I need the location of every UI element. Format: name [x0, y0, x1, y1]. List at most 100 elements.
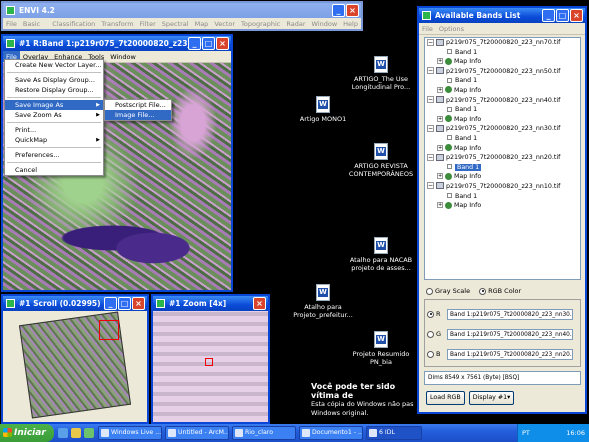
- red-band-field[interactable]: Band 1:p219r075_7t20000820_z23_nn30.tif: [447, 308, 573, 320]
- tree-band-item[interactable]: Band 1: [425, 48, 580, 58]
- menu-item-preferences[interactable]: Preferences...: [5, 150, 103, 160]
- expand-icon[interactable]: +: [437, 115, 443, 122]
- taskbar-item-idl[interactable]: 6 IDL: [366, 426, 422, 440]
- desktop-icon-atalho-projeto[interactable]: Atalho para Projeto_prefeitur...: [283, 284, 363, 319]
- tree-band-item[interactable]: Band 1: [425, 134, 580, 144]
- messenger-icon[interactable]: [84, 428, 94, 438]
- ie-icon[interactable]: [58, 428, 68, 438]
- menu-item-quickmap[interactable]: QuickMap ▶: [5, 135, 103, 145]
- tree-mapinfo-item[interactable]: + Map Info: [425, 144, 580, 154]
- menu-item-image-file[interactable]: Image File...: [105, 110, 171, 120]
- tree-band-item-selected[interactable]: Band 1: [425, 163, 580, 173]
- envi-menu-file[interactable]: File: [3, 18, 20, 29]
- close-icon[interactable]: ×: [570, 9, 583, 22]
- radio-icon[interactable]: [426, 287, 433, 295]
- taskbar-item-windows-live[interactable]: Windows Live ...: [98, 426, 162, 440]
- blue-band-field[interactable]: Band 1:p219r075_7t20000820_z23_nn20.tif: [447, 348, 573, 360]
- desktop-icon-artigo-mono1[interactable]: Artigo MONO1: [283, 96, 363, 123]
- expand-icon[interactable]: +: [437, 202, 443, 209]
- tree-mapinfo-item[interactable]: + Map Info: [425, 172, 580, 182]
- tree-mapinfo-item[interactable]: + Map Info: [425, 86, 580, 96]
- tree-file-item[interactable]: − p219r075_7t20000820_z23_nn10.tif: [425, 182, 580, 192]
- envi-menu-vector[interactable]: Vector: [211, 18, 238, 29]
- taskbar-item-arcmap[interactable]: Untitled - ArcM...: [165, 426, 229, 440]
- menu-item-postscript-file[interactable]: Postscript File...: [105, 100, 171, 110]
- bands-menu-options[interactable]: Options: [436, 23, 467, 34]
- green-band-row[interactable]: G Band 1:p219r075_7t20000820_z23_nn40.ti…: [427, 328, 573, 340]
- display-select-button[interactable]: Display #1▾: [468, 391, 515, 405]
- tree-mapinfo-item[interactable]: + Map Info: [425, 115, 580, 125]
- expand-icon[interactable]: +: [437, 86, 443, 93]
- envi-menu-classification[interactable]: Classification: [49, 18, 98, 29]
- close-icon[interactable]: ×: [216, 37, 229, 50]
- display-titlebar[interactable]: #1 R:Band 1:p219r075_7t20000820_z23_nn3.…: [3, 36, 231, 51]
- close-icon[interactable]: ×: [346, 4, 359, 17]
- envi-menu-transform[interactable]: Transform: [98, 18, 136, 29]
- envi-menu-basic-tools[interactable]: Basic Tools: [20, 18, 49, 29]
- gray-scale-option[interactable]: Gray Scale: [426, 287, 470, 295]
- menu-item-print[interactable]: Print...: [5, 125, 103, 135]
- envi-menu-spectral[interactable]: Spectral: [159, 18, 192, 29]
- menu-item-restore-display-group[interactable]: Restore Display Group...: [5, 85, 103, 95]
- envi-menu-window[interactable]: Window: [309, 18, 341, 29]
- maximize-icon[interactable]: □: [118, 297, 131, 310]
- desktop-icon-artigo-use[interactable]: ARTIGO_The Use Longitudinal Pro...: [341, 56, 421, 91]
- desktop-icon-atalho-nacab[interactable]: Atalho para NACAB projeto de asses...: [341, 237, 421, 272]
- collapse-icon[interactable]: −: [427, 38, 434, 46]
- tree-mapinfo-item[interactable]: + Map Info: [425, 201, 580, 211]
- taskbar-item-documento1[interactable]: Documento1 - ...: [299, 426, 363, 440]
- zoom-titlebar[interactable]: #1 Zoom [4x] ×: [153, 296, 268, 311]
- radio-selected-icon[interactable]: [479, 287, 487, 295]
- red-band-row[interactable]: R Band 1:p219r075_7t20000820_z23_nn30.ti…: [427, 308, 573, 320]
- tree-band-item[interactable]: Band 1: [425, 105, 580, 115]
- tree-file-item[interactable]: − p219r075_7t20000820_z23_nn70.tif: [425, 38, 580, 48]
- scroll-selection-box[interactable]: [99, 320, 119, 340]
- envi-menu-filter[interactable]: Filter: [137, 18, 159, 29]
- radio-icon[interactable]: [427, 350, 434, 358]
- radio-selected-icon[interactable]: [427, 310, 434, 318]
- collapse-icon[interactable]: −: [427, 96, 434, 104]
- close-icon[interactable]: ×: [132, 297, 145, 310]
- scroll-titlebar[interactable]: #1 Scroll (0.02995) _ □ ×: [3, 296, 147, 311]
- tree-file-item[interactable]: − p219r075_7t20000820_z23_nn30.tif: [425, 124, 580, 134]
- green-band-field[interactable]: Band 1:p219r075_7t20000820_z23_nn40.tif: [447, 328, 573, 340]
- menu-item-save-image-as[interactable]: Save Image As ▶: [5, 100, 103, 110]
- expand-icon[interactable]: +: [437, 144, 443, 151]
- collapse-icon[interactable]: −: [427, 182, 434, 190]
- menu-item-save-zoom-as[interactable]: Save Zoom As ▶: [5, 110, 103, 120]
- minimize-icon[interactable]: _: [542, 9, 555, 22]
- maximize-icon[interactable]: □: [202, 37, 215, 50]
- desktop-icon-artigo-revista[interactable]: ARTIGO REVISTA CONTEMPORÂNEOS: [341, 143, 421, 178]
- envi-menu-help[interactable]: Help: [340, 18, 361, 29]
- zoom-image[interactable]: [153, 311, 268, 422]
- menu-item-save-display-group[interactable]: Save As Display Group...: [5, 75, 103, 85]
- envi-menu-radar[interactable]: Radar: [283, 18, 308, 29]
- language-indicator[interactable]: PT: [522, 429, 530, 437]
- envi-menu-topographic[interactable]: Topographic: [238, 18, 283, 29]
- explorer-icon[interactable]: [71, 428, 81, 438]
- menu-item-cancel[interactable]: Cancel: [5, 165, 103, 175]
- desktop-icon-projeto-resumido[interactable]: Projeto Resumido PN_bia: [341, 331, 421, 366]
- clock[interactable]: 16:06: [566, 424, 585, 442]
- close-icon[interactable]: ×: [253, 297, 266, 310]
- tree-band-item[interactable]: Band 1: [425, 192, 580, 202]
- expand-icon[interactable]: +: [437, 173, 443, 180]
- bands-titlebar[interactable]: Available Bands List _ □ ×: [419, 8, 585, 23]
- tree-file-item[interactable]: − p219r075_7t20000820_z23_nn20.tif: [425, 153, 580, 163]
- collapse-icon[interactable]: −: [427, 124, 434, 132]
- collapse-icon[interactable]: −: [427, 67, 434, 75]
- menu-item-create-vector-layer[interactable]: Create New Vector Layer...: [5, 60, 103, 70]
- minimize-icon[interactable]: _: [188, 37, 201, 50]
- tree-mapinfo-item[interactable]: + Map Info: [425, 57, 580, 67]
- minimize-icon[interactable]: _: [104, 297, 117, 310]
- load-rgb-button[interactable]: Load RGB: [426, 391, 465, 405]
- envi-titlebar[interactable]: ENVI 4.2 _ ×: [3, 3, 361, 18]
- collapse-icon[interactable]: −: [427, 153, 434, 161]
- expand-icon[interactable]: +: [437, 58, 443, 65]
- radio-icon[interactable]: [427, 330, 434, 338]
- start-button[interactable]: Iniciar: [0, 424, 54, 442]
- tree-file-item[interactable]: − p219r075_7t20000820_z23_nn40.tif: [425, 96, 580, 106]
- tree-band-item[interactable]: Band 1: [425, 76, 580, 86]
- bands-menu-file[interactable]: File: [419, 23, 436, 34]
- minimize-icon[interactable]: _: [332, 4, 345, 17]
